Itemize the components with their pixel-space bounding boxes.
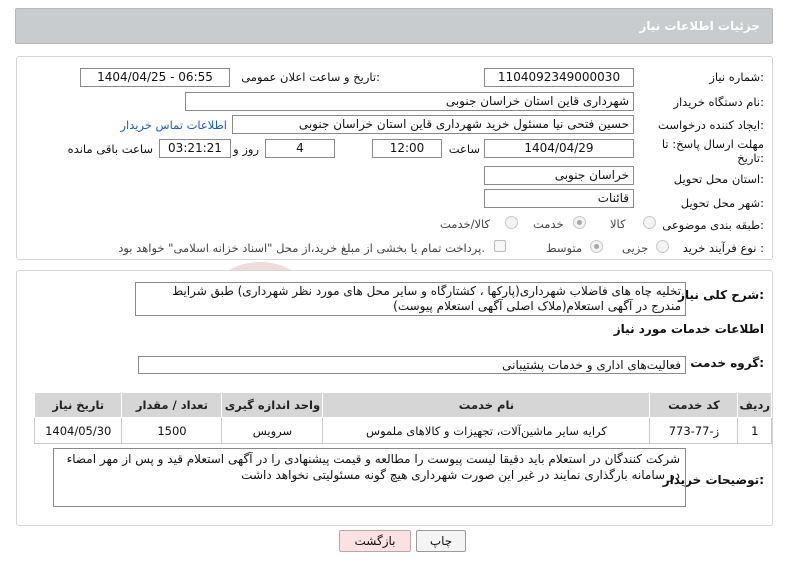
need-number-field[interactable]: 1104092349000030	[484, 68, 634, 87]
summary-textarea[interactable]: تخلیه چاه های فاضلاب شهرداری(پارکها ، کش…	[135, 282, 686, 316]
days-field[interactable]: 4	[265, 139, 335, 158]
remaining-time-field[interactable]: 03:21:21	[159, 139, 231, 158]
announce-field[interactable]: 1404/04/25 - 06:55	[80, 68, 230, 87]
process-option-medium: متوسط	[546, 241, 583, 255]
remaining-label: ساعت باقی مانده	[67, 142, 153, 156]
process-label: نوع فرآیند خرید :	[682, 241, 764, 255]
table-header-row: ردیف کد خدمت نام خدمت واحد اندازه گیری ت…	[33, 392, 772, 418]
deadline-date-field[interactable]: 1404/04/29	[484, 139, 634, 158]
province-field[interactable]: خراسان جنوبی	[484, 166, 634, 185]
need-number-label: شماره نیاز:	[709, 70, 764, 84]
deadline-label: مهلت ارسال پاسخ: تا تاریخ:	[661, 137, 764, 165]
services-section-title: اطلاعات خدمات مورد نیاز	[613, 322, 764, 336]
column-header-service-name: نام خدمت	[322, 392, 651, 418]
column-header-service-code: کد خدمت	[649, 392, 739, 418]
cell-service-name: کرایه سایر ماشین‌آلات، تجهیزات و کالاهای…	[322, 417, 651, 444]
announce-label: تاریخ و ساعت اعلان عمومی:	[241, 70, 380, 84]
category-radio-goods-service[interactable]	[505, 216, 518, 229]
contact-info-link[interactable]: اطلاعات تماس خریدار	[120, 118, 227, 132]
process-radio-minor[interactable]	[656, 240, 669, 253]
deadline-hour-field[interactable]: 12:00	[372, 139, 442, 158]
category-radio-goods[interactable]	[643, 216, 656, 229]
summary-label: شرح کلی نیاز:	[678, 288, 764, 302]
page-title: جزئیات اطلاعات نیاز	[639, 19, 760, 33]
city-field[interactable]: قائنات	[484, 189, 634, 208]
cell-unit: سرویس	[221, 417, 324, 444]
hour-label: ساعت	[448, 142, 480, 156]
buyer-org-label: نام دستگاه خریدار:	[673, 95, 764, 109]
process-radio-medium[interactable]	[590, 240, 603, 253]
column-header-unit: واحد اندازه گیری	[221, 392, 324, 418]
category-option-goods: کالا	[610, 217, 626, 231]
cell-need-date: 1404/05/30	[33, 417, 123, 444]
category-option-goods-service: کالا/خدمت	[440, 217, 491, 231]
table-row[interactable]: 1 ز-77-773 کرایه سایر ماشین‌آلات، تجهیزا…	[33, 417, 772, 444]
services-table: ردیف کد خدمت نام خدمت واحد اندازه گیری ت…	[33, 392, 772, 444]
column-header-quantity: تعداد / مقدار	[121, 392, 223, 418]
buyer-org-field[interactable]: شهرداری قاین استان خراسان جنوبی	[185, 92, 634, 111]
service-group-label: گروه خدمت:	[690, 356, 764, 370]
buyer-notes-textarea[interactable]: شرکت کنندگان در استعلام باید دقیقا لیست …	[53, 448, 686, 507]
payment-checkbox[interactable]	[494, 240, 506, 252]
cell-row-number: 1	[737, 417, 772, 444]
creator-field[interactable]: حسین فتحی نیا مسئول خرید شهرداری قاین اس…	[232, 115, 634, 134]
days-label: روز و	[233, 142, 259, 156]
cell-quantity: 1500	[121, 417, 223, 444]
creator-label: ایجاد کننده درخواست:	[658, 118, 764, 132]
back-button[interactable]: بازگشت	[339, 530, 411, 552]
category-label: طبقه بندی موضوعی:	[662, 218, 764, 232]
column-header-need-date: تاریخ نیاز	[33, 392, 123, 418]
province-label: استان محل تحویل:	[673, 172, 764, 186]
city-label: شهر محل تحویل:	[680, 196, 764, 210]
panel-header: جزئیات اطلاعات نیاز	[15, 8, 773, 44]
payment-note: پرداخت تمام یا بخشی از مبلغ خرید،از محل …	[118, 241, 485, 255]
column-header-row-number: ردیف	[737, 392, 772, 418]
category-radio-service[interactable]	[573, 216, 586, 229]
category-option-service: خدمت	[533, 217, 564, 231]
print-button[interactable]: چاپ	[416, 530, 466, 552]
process-option-minor: جزیی	[622, 241, 649, 255]
service-group-field[interactable]: فعالیت‌های اداری و خدمات پشتیبانی	[138, 356, 686, 374]
cell-service-code: ز-77-773	[649, 417, 739, 444]
